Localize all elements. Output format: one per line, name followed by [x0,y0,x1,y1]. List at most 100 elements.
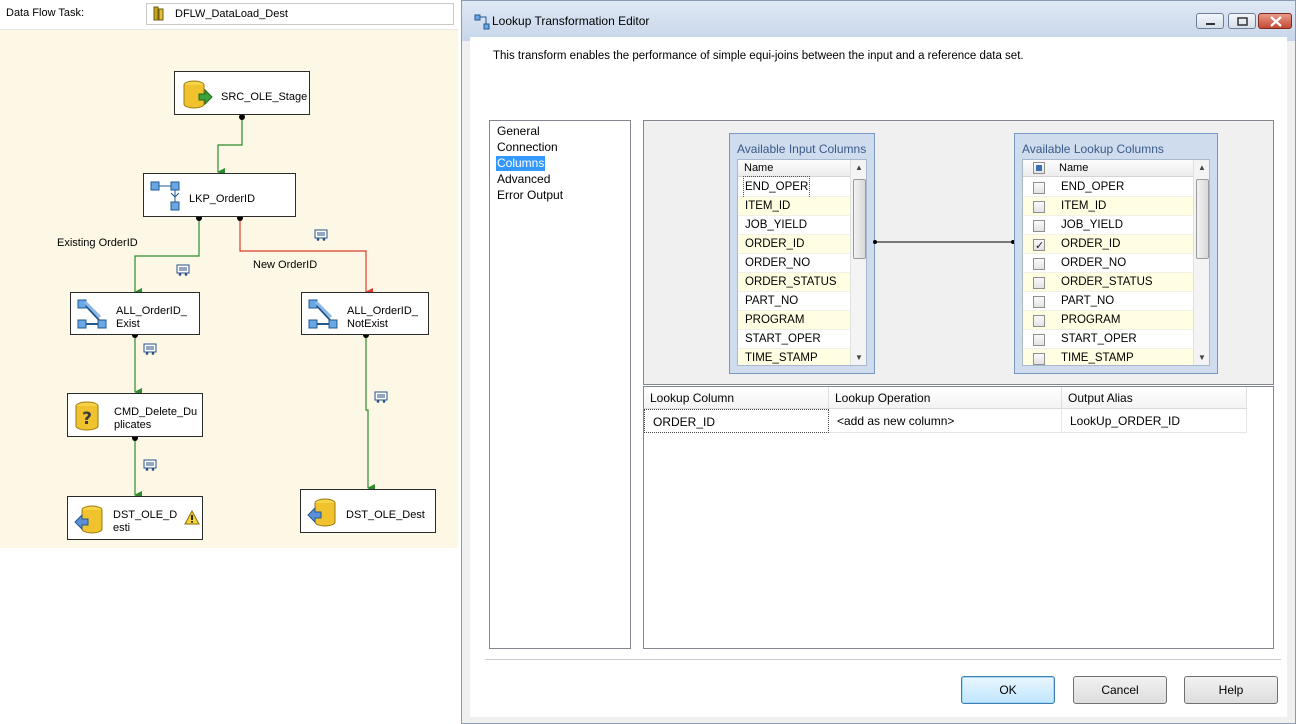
grid-header-lookup-operation[interactable]: Lookup Operation [829,387,1062,409]
input-column-row[interactable]: ORDER_NO [738,254,850,273]
column-mapping-area: Available Input Columns Name END_OPER ITE… [643,120,1274,385]
lookup-column-row[interactable]: PART_NO [1023,292,1193,311]
data-viewer-icon[interactable] [176,264,190,276]
input-column-row[interactable]: ITEM_ID [738,197,850,216]
lookup-column-name: ORDER_STATUS [1061,276,1153,288]
data-viewer-icon[interactable] [374,391,388,403]
minimize-button[interactable] [1196,13,1224,29]
input-column-name: TIME_STAMP [745,352,818,364]
maximize-button[interactable] [1228,13,1256,29]
svg-text:?: ? [82,409,92,429]
nav-advanced[interactable]: Advanced [496,172,551,187]
lookup-column-row[interactable]: ORDER_ID [1023,235,1193,256]
input-column-row[interactable]: TIME_STAMP [738,349,850,365]
data-flow-task-selector[interactable]: DFLW_DataLoad_Dest [146,3,454,25]
grid-header-lookup-column[interactable]: Lookup Column [644,387,829,409]
input-column-row[interactable]: ORDER_STATUS [738,273,850,292]
lookup-column-name: JOB_YIELD [1061,219,1123,231]
lookup-column-checkbox[interactable] [1033,237,1045,256]
lookup-column-row[interactable]: JOB_YIELD [1023,216,1193,235]
lookup-component[interactable]: LKP_OrderID [143,173,296,217]
close-button[interactable] [1258,13,1292,29]
scroll-down-icon[interactable]: ▼ [1198,353,1206,362]
lookup-column-checkbox[interactable] [1033,220,1045,232]
available-input-columns-panel[interactable]: Available Input Columns Name END_OPER ITE… [729,133,875,374]
lookup-column-checkbox[interactable] [1033,182,1045,194]
path-src-to-lookup[interactable] [217,117,243,176]
grid-cell-lookup-column[interactable]: ORDER_ID [644,409,829,433]
grid-cell-output-alias[interactable]: LookUp_ORDER_ID [1062,409,1247,433]
ok-button[interactable]: OK [961,676,1055,704]
data-viewer-icon[interactable] [143,343,157,355]
destination-desti-component[interactable]: DST_OLE_D esti [67,496,203,540]
lookup-column-grid[interactable]: Lookup Column Lookup Operation Output Al… [643,386,1274,649]
scroll-up-icon[interactable]: ▲ [1198,163,1206,172]
lookup-column-row[interactable]: ITEM_ID [1023,197,1193,216]
dialog-title: Lookup Transformation Editor [492,14,650,28]
select-all-checkbox[interactable] [1033,162,1045,174]
lookup-columns-list[interactable]: Name END_OPER ITEM_ID JOB_YIELD ORDER_ID ORD… [1022,159,1210,366]
dialog-titlebar[interactable]: Lookup Transformation Editor [462,1,1295,41]
nav-error-output[interactable]: Error Output [496,188,564,203]
lookup-columns-scrollbar[interactable]: ▲ ▼ [1193,160,1209,365]
input-columns-list[interactable]: Name END_OPER ITEM_ID JOB_YIELD ORDER_ID ORD… [737,159,867,366]
union-all-exist-component[interactable]: ALL_OrderID_ Exist [70,292,200,335]
nav-columns[interactable]: Columns [496,156,546,171]
lookup-column-checkbox[interactable] [1033,296,1045,308]
lookup-column-checkbox[interactable] [1033,353,1045,365]
source-component-label: SRC_OLE_Stage [221,91,308,103]
input-column-row[interactable]: PROGRAM [738,311,850,330]
warning-icon [184,510,200,525]
union-all-notexist-component[interactable]: ALL_OrderID_ NotExist [301,292,429,335]
nav-connection[interactable]: Connection [496,140,559,155]
cancel-button[interactable]: Cancel [1073,676,1167,704]
grid-header-output-alias[interactable]: Output Alias [1062,387,1247,409]
lookup-column-checkbox[interactable] [1033,258,1045,270]
scroll-down-icon[interactable]: ▼ [855,353,863,362]
help-button[interactable]: Help [1184,676,1278,704]
new-orderid-label: New OrderID [253,259,318,271]
scroll-up-icon[interactable]: ▲ [855,163,863,172]
ole-db-command-label: CMD_Delete_Du plicates [114,406,198,431]
lookup-column-checkbox[interactable] [1033,277,1045,289]
lookup-column-checkbox[interactable] [1033,334,1045,346]
input-column-row[interactable]: PART_NO [738,292,850,311]
lookup-column-checkbox[interactable] [1033,315,1045,327]
destination-dest-component[interactable]: DST_OLE_Dest [300,489,436,533]
lookup-column-checkbox[interactable] [1033,201,1045,213]
lookup-column-row[interactable]: END_OPER [1023,178,1193,197]
lookup-column-row[interactable]: ORDER_NO [1023,254,1193,273]
input-column-name: PROGRAM [745,314,805,326]
lookup-column-row[interactable]: START_OPER [1023,330,1193,349]
lookup-transformation-editor-dialog: Lookup Transformation Editor This transf… [461,0,1296,724]
input-columns-header-name: Name [744,162,774,174]
column-relationship-line[interactable] [873,239,1015,245]
path-existing-orderid[interactable] [134,218,200,296]
ole-db-command-icon: ? [75,401,99,431]
input-column-row[interactable]: JOB_YIELD [738,216,850,235]
nav-general[interactable]: General [496,124,541,139]
source-component[interactable]: SRC_OLE_Stage [174,71,310,115]
lookup-column-row[interactable]: PROGRAM [1023,311,1193,330]
existing-orderid-label: Existing OrderID [57,237,138,249]
input-column-row[interactable]: END_OPER [738,176,850,199]
scroll-thumb[interactable] [853,179,866,259]
path-notexist-to-dest[interactable] [365,335,375,492]
lookup-column-row[interactable]: ORDER_STATUS [1023,273,1193,292]
input-column-name: START_OPER [745,333,821,345]
data-viewer-icon[interactable] [143,459,157,471]
data-viewer-icon[interactable] [314,229,328,241]
lookup-column-row[interactable]: TIME_STAMP [1023,349,1193,365]
path-new-orderid[interactable] [239,218,373,296]
grid-cell-lookup-operation[interactable]: <add as new column> [829,409,1062,433]
scroll-thumb[interactable] [1196,179,1209,259]
union-all-icon [308,299,338,329]
available-lookup-columns-panel[interactable]: Available Lookup Columns Name END_OPER IT… [1014,133,1218,374]
input-column-row[interactable]: START_OPER [738,330,850,349]
input-columns-scrollbar[interactable]: ▲ ▼ [850,160,866,365]
input-column-name: JOB_YIELD [745,219,807,231]
ole-db-command-component[interactable]: ? CMD_Delete_Du plicates [67,393,203,437]
input-column-row[interactable]: ORDER_ID [738,235,850,254]
lookup-column-name: PROGRAM [1061,314,1121,326]
design-canvas[interactable]: SRC_OLE_Stage LKP_OrderID Existing Order… [0,30,458,548]
